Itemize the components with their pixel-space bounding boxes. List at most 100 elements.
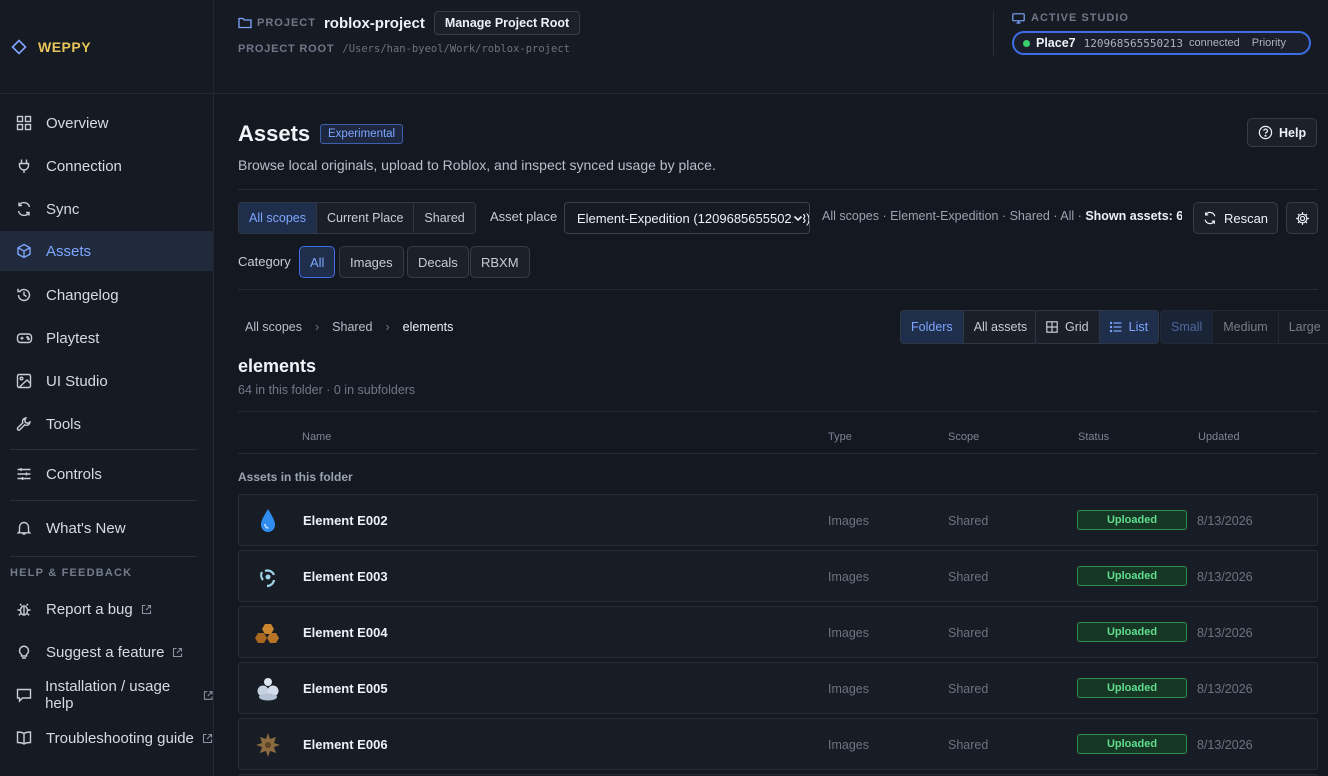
layout-toggle: Grid List — [1035, 310, 1160, 344]
breadcrumb-current: elements — [402, 320, 454, 334]
nav-label: Assets — [46, 242, 92, 260]
asset-name: Element E003 — [303, 569, 388, 584]
nav-label: Overview — [46, 114, 109, 132]
scope-shared[interactable]: Shared — [414, 203, 474, 233]
layout-list-label: List — [1128, 320, 1149, 334]
table-row[interactable]: Element E004 Images Shared Uploaded 8/13… — [238, 606, 1318, 658]
help-circle-icon — [1258, 125, 1273, 140]
help-button[interactable]: Help — [1247, 118, 1318, 147]
section-divider — [238, 289, 1318, 290]
nav-label: Controls — [46, 465, 102, 483]
asset-name: Element E005 — [303, 681, 388, 696]
page-subtitle: Browse local originals, upload to Roblox… — [238, 157, 716, 173]
asset-updated: 8/13/2026 — [1197, 738, 1253, 752]
column-header-name[interactable]: Name — [302, 431, 331, 443]
asset-scope: Shared — [948, 682, 989, 696]
nav-item-tools[interactable]: Tools — [0, 404, 213, 444]
nav-item-connection[interactable]: Connection — [0, 146, 213, 186]
group-label: Assets in this folder — [238, 470, 353, 484]
project-row: PROJECT roblox-project Manage Project Ro… — [238, 11, 581, 35]
sidebar: WEPPY Overview Connection Sync Assets Ch… — [0, 0, 214, 776]
shown-assets-count: Shown assets: 64 — [1085, 209, 1182, 223]
active-studio-label: ACTIVE STUDIO — [1012, 12, 1129, 24]
size-small[interactable]: Small — [1161, 311, 1214, 343]
table-row[interactable]: Element E006 Images Shared Uploaded 8/13… — [238, 718, 1318, 770]
help-button-label: Help — [1279, 125, 1307, 140]
category-all[interactable]: All — [299, 246, 336, 278]
layout-grid[interactable]: Grid — [1036, 311, 1100, 343]
status-badge: Uploaded — [1077, 678, 1187, 698]
breadcrumb-all-scopes[interactable]: All scopes — [245, 320, 302, 334]
sync-icon — [15, 200, 33, 218]
table-row[interactable]: Element E005 Images Shared Uploaded 8/13… — [238, 662, 1318, 714]
asset-name: Element E006 — [303, 737, 388, 752]
asset-scope: Shared — [948, 738, 989, 752]
nav-item-playtest[interactable]: Playtest — [0, 318, 213, 358]
size-medium[interactable]: Medium — [1213, 311, 1279, 343]
nav-item-overview[interactable]: Overview — [0, 103, 213, 143]
folder-icon — [238, 17, 252, 29]
table-row[interactable]: Element E002 Images Shared Uploaded 8/13… — [238, 494, 1318, 546]
scope-segmented-control: All scopes Current Place Shared — [238, 202, 476, 234]
view-folders[interactable]: Folders — [901, 311, 964, 343]
nav-item-troubleshooting[interactable]: Troubleshooting guide — [0, 718, 213, 758]
nav-item-installation-help[interactable]: Installation / usage help — [0, 675, 213, 715]
gear-rock-icon — [256, 733, 280, 757]
gear-icon — [1295, 211, 1309, 225]
nav-label: Connection — [46, 157, 122, 175]
section-divider — [238, 411, 1318, 412]
nav-item-assets[interactable]: Assets — [0, 231, 213, 271]
nav-item-suggest-feature[interactable]: Suggest a feature — [0, 632, 213, 672]
nav-label: Sync — [46, 200, 80, 218]
layout-list[interactable]: List — [1099, 311, 1159, 343]
project-root-row: PROJECT ROOT /Users/han-byeol/Work/roblo… — [238, 43, 570, 55]
size-large[interactable]: Large — [1279, 311, 1328, 343]
gamepad-icon — [15, 329, 33, 347]
studio-place-name: Place7 — [1036, 36, 1076, 50]
breadcrumb-shared[interactable]: Shared — [332, 320, 372, 334]
manage-project-root-button[interactable]: Manage Project Root — [433, 11, 581, 35]
diamond-logo-icon — [11, 38, 27, 55]
table-row[interactable]: Element E003 Images Shared Uploaded 8/13… — [238, 550, 1318, 602]
category-label: Category — [238, 254, 291, 269]
settings-button[interactable] — [1286, 202, 1318, 234]
column-header-status[interactable]: Status — [1078, 431, 1109, 443]
asset-place-select[interactable]: Element-Expedition (120968565550213) — [564, 202, 810, 234]
nav-label: Troubleshooting guide — [46, 729, 194, 747]
nav-item-sync[interactable]: Sync — [0, 189, 213, 229]
nav-item-changelog[interactable]: Changelog — [0, 275, 213, 315]
rescan-label: Rescan — [1223, 210, 1269, 226]
sliders-icon — [15, 465, 33, 483]
asset-updated: 8/13/2026 — [1197, 682, 1253, 696]
category-rbxm[interactable]: RBXM — [470, 246, 530, 278]
category-images[interactable]: Images — [339, 246, 404, 278]
nav-item-whats-new[interactable]: What's New — [0, 508, 213, 548]
asset-name: Element E002 — [303, 513, 388, 528]
nav-label: Changelog — [46, 286, 119, 304]
asset-type: Images — [828, 738, 869, 752]
status-badge: Uploaded — [1077, 734, 1187, 754]
category-decals[interactable]: Decals — [407, 246, 469, 278]
column-header-type[interactable]: Type — [828, 431, 852, 443]
rescan-button[interactable]: Rescan — [1193, 202, 1278, 234]
nav-label: Suggest a feature — [46, 643, 165, 661]
brand[interactable]: WEPPY — [0, 0, 213, 94]
column-header-updated[interactable]: Updated — [1198, 431, 1240, 443]
swirl-icon — [260, 569, 276, 588]
asset-type: Images — [828, 570, 869, 584]
asset-type: Images — [828, 514, 869, 528]
status-badge: Uploaded — [1077, 622, 1187, 642]
scope-all[interactable]: All scopes — [239, 203, 317, 233]
nav-item-report-bug[interactable]: Report a bug — [0, 589, 213, 629]
column-header-scope[interactable]: Scope — [948, 431, 979, 443]
size-toggle: Small Medium Large — [1160, 310, 1328, 344]
active-studio-pill[interactable]: Place7 120968565550213 connected Priorit… — [1012, 31, 1311, 55]
view-all-assets[interactable]: All assets — [964, 311, 1037, 343]
nav-label: Installation / usage help — [45, 678, 171, 712]
scope-current-place[interactable]: Current Place — [317, 203, 415, 233]
nav-label: UI Studio — [46, 372, 108, 390]
nav-label: What's New — [46, 519, 126, 537]
asset-place-value: Element-Expedition (120968565550213) — [577, 210, 810, 226]
nav-item-controls[interactable]: Controls — [0, 454, 213, 494]
nav-item-ui-studio[interactable]: UI Studio — [0, 361, 213, 401]
